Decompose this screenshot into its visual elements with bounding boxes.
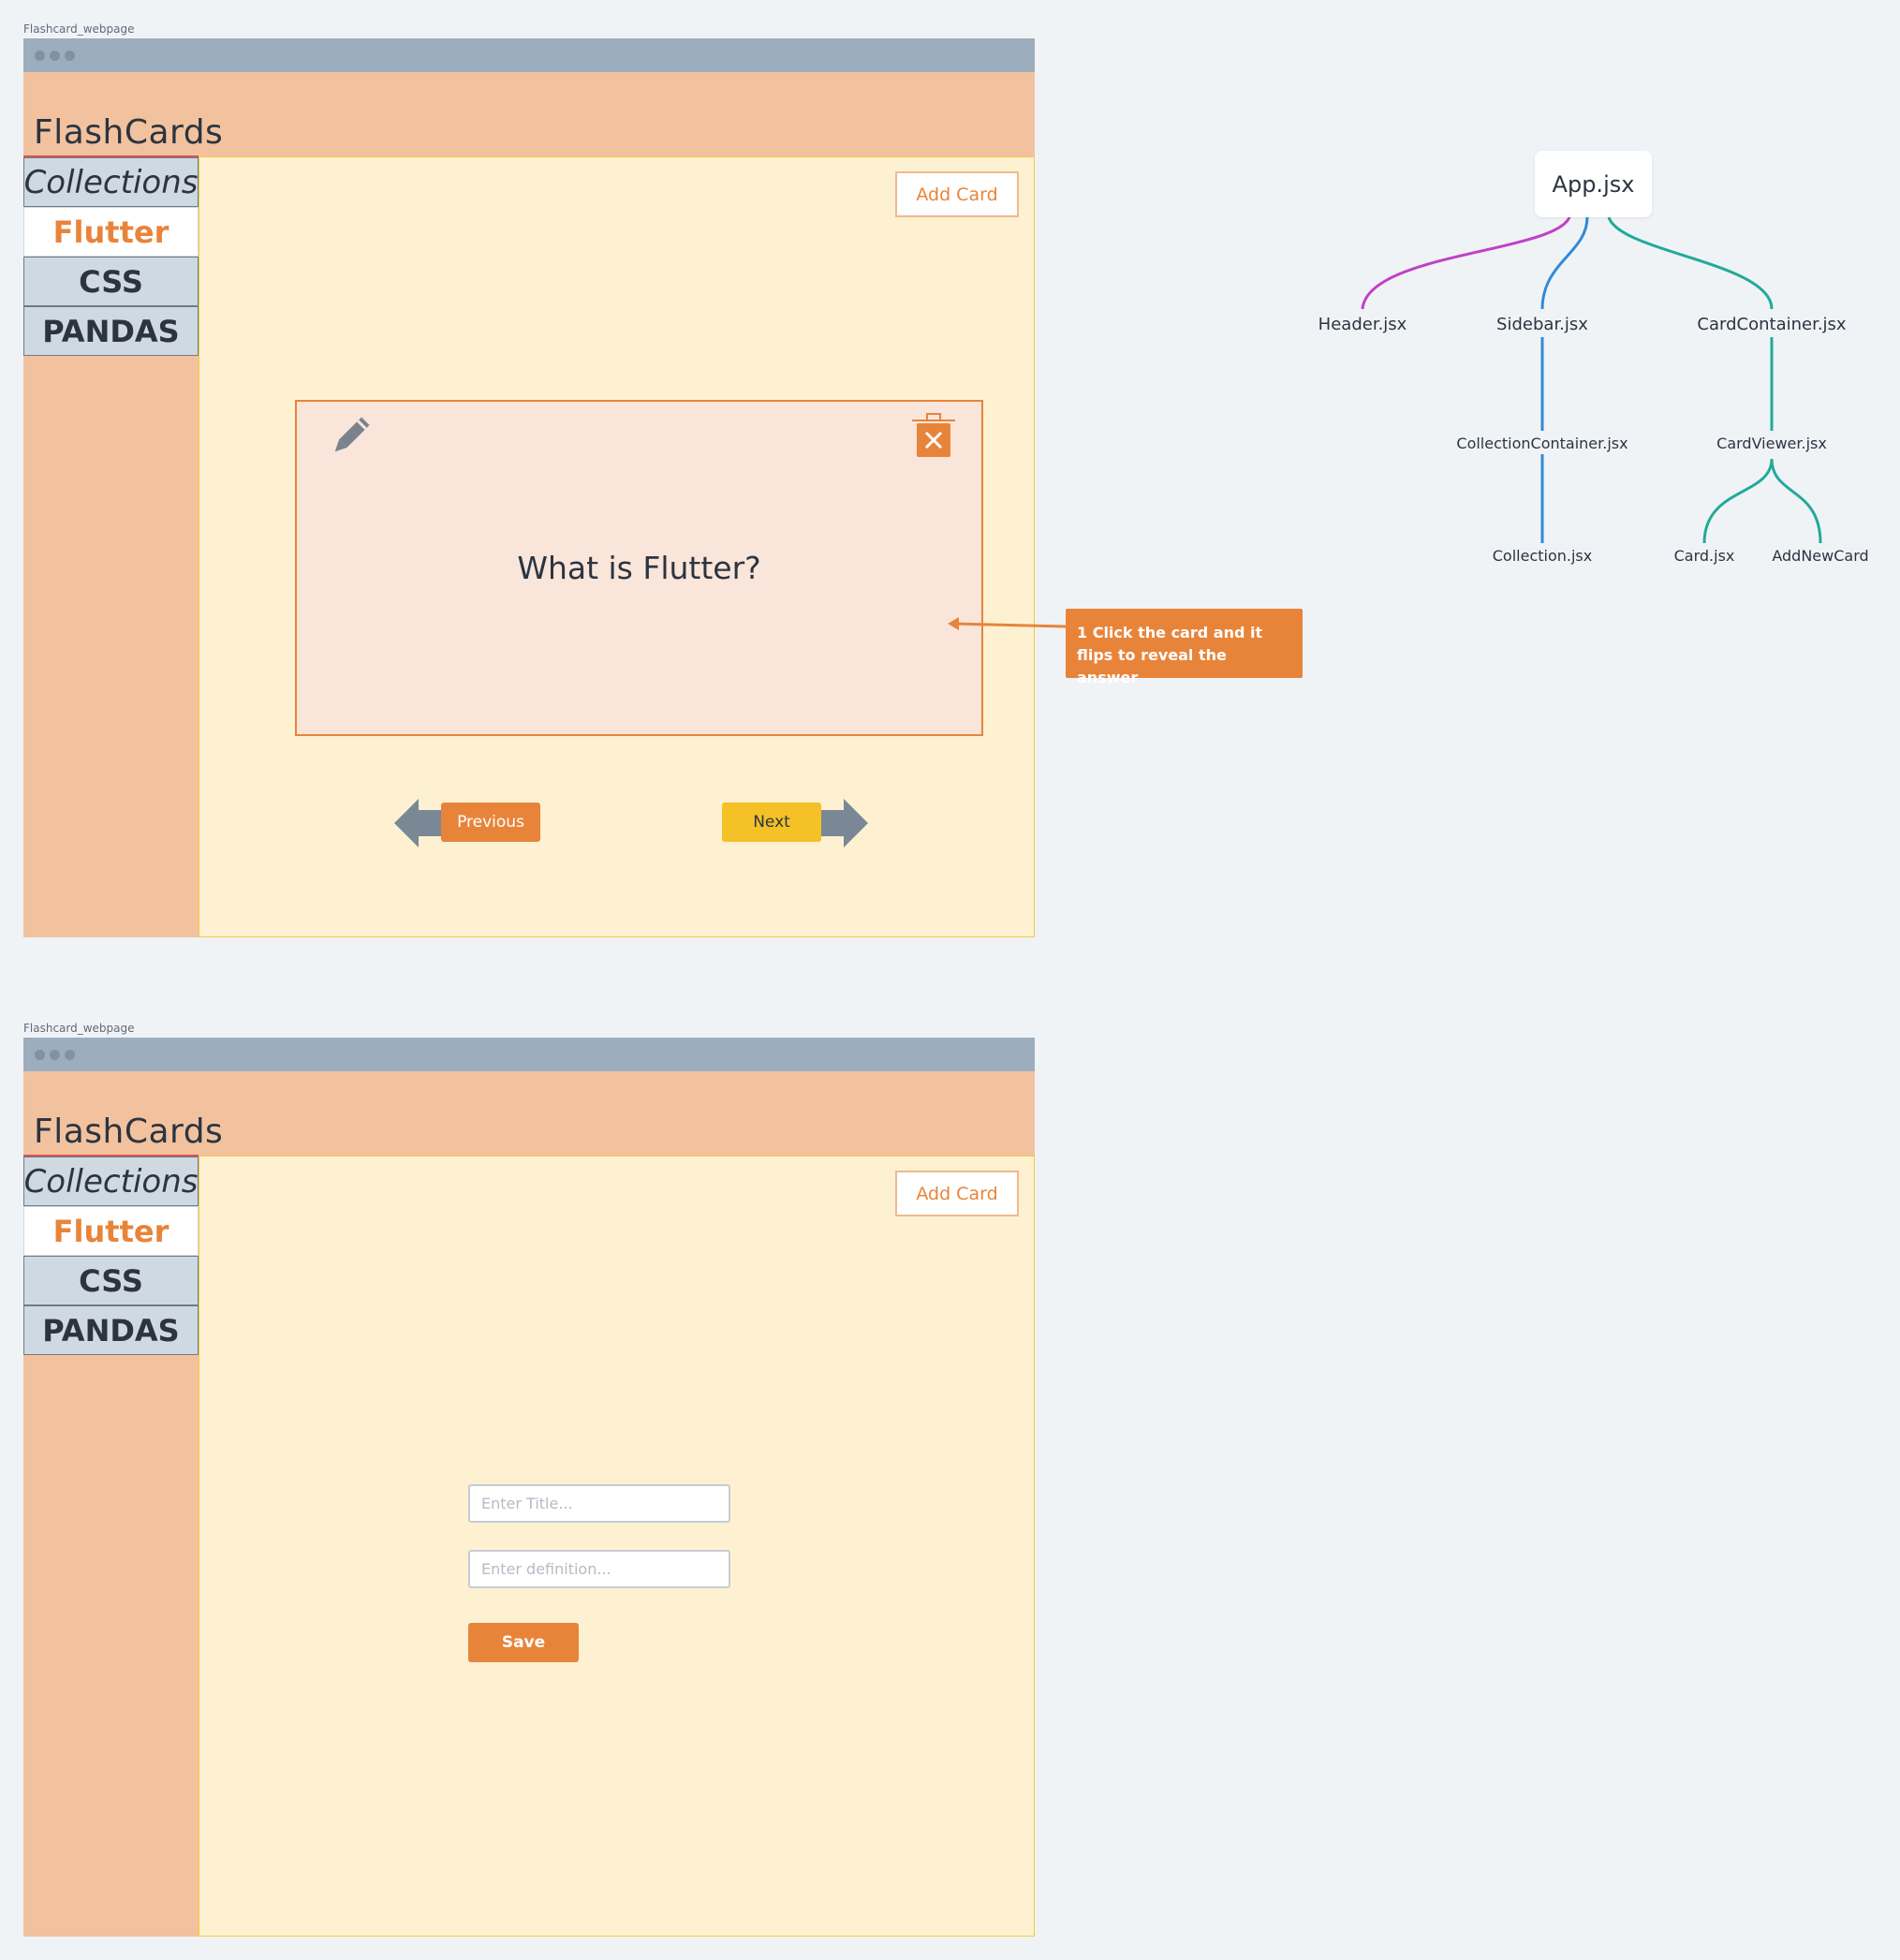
flashcard-window-viewer: FlashCards Collections Flutter CSS PANDA… (23, 38, 1035, 937)
window-control-dot[interactable] (35, 51, 45, 61)
window-control-dot[interactable] (50, 51, 60, 61)
card-container (199, 1156, 1035, 1937)
tree-node-cardcontainer: CardContainer.jsx (1697, 315, 1847, 334)
definition-input[interactable]: Enter definition... (468, 1550, 730, 1588)
tree-node-card: Card.jsx (1673, 547, 1735, 565)
window-control-dot[interactable] (35, 1050, 45, 1060)
app-title: FlashCards (34, 113, 224, 152)
previous-button[interactable]: Previous (441, 803, 540, 842)
sidebar-item-pandas[interactable]: PANDAS (23, 306, 199, 356)
tree-node-collection: Collection.jsx (1492, 547, 1593, 565)
frame-caption: Flashcard_webpage (23, 22, 135, 36)
flashcard[interactable]: What is Flutter? (295, 400, 983, 736)
pencil-icon[interactable] (327, 413, 374, 460)
tree-node-app: App.jsx (1535, 151, 1652, 217)
add-card-button[interactable]: Add Card (895, 171, 1019, 217)
tree-node-header: Header.jsx (1318, 315, 1407, 334)
annotation-note: 1 Click the card and it flips to reveal … (1066, 609, 1303, 686)
app-title: FlashCards (34, 1113, 224, 1151)
card-question: What is Flutter? (517, 550, 761, 586)
save-button[interactable]: Save (468, 1623, 579, 1662)
sidebar-item-flutter[interactable]: Flutter (23, 1206, 199, 1256)
sidebar-item-collections[interactable]: Collections (23, 1157, 199, 1206)
sidebar-item-pandas[interactable]: PANDAS (23, 1305, 199, 1355)
app-header: FlashCards (23, 72, 1035, 156)
frame-caption: Flashcard_webpage (23, 1022, 135, 1035)
tree-node-collectioncontainer: CollectionContainer.jsx (1456, 435, 1628, 452)
window-titlebar (23, 1038, 1035, 1071)
add-card-button[interactable]: Add Card (895, 1171, 1019, 1216)
sidebar-item-css[interactable]: CSS (23, 1256, 199, 1305)
tree-node-addnewcard: AddNewCard (1772, 547, 1869, 565)
sidebar-item-flutter[interactable]: Flutter (23, 207, 199, 257)
sidebar-item-css[interactable]: CSS (23, 257, 199, 306)
sidebar-item-collections[interactable]: Collections (23, 157, 199, 207)
window-control-dot[interactable] (65, 1050, 75, 1060)
tree-node-sidebar: Sidebar.jsx (1496, 315, 1588, 334)
arrow-right-icon[interactable] (817, 799, 868, 847)
tree-node-cardviewer: CardViewer.jsx (1716, 435, 1827, 452)
window-titlebar (23, 38, 1035, 72)
trash-icon[interactable] (912, 412, 957, 459)
window-control-dot[interactable] (65, 51, 75, 61)
arrow-left-icon[interactable] (394, 799, 445, 847)
title-input[interactable]: Enter Title... (468, 1484, 730, 1523)
app-header: FlashCards (23, 1071, 1035, 1156)
next-button[interactable]: Next (722, 803, 821, 842)
window-control-dot[interactable] (50, 1050, 60, 1060)
